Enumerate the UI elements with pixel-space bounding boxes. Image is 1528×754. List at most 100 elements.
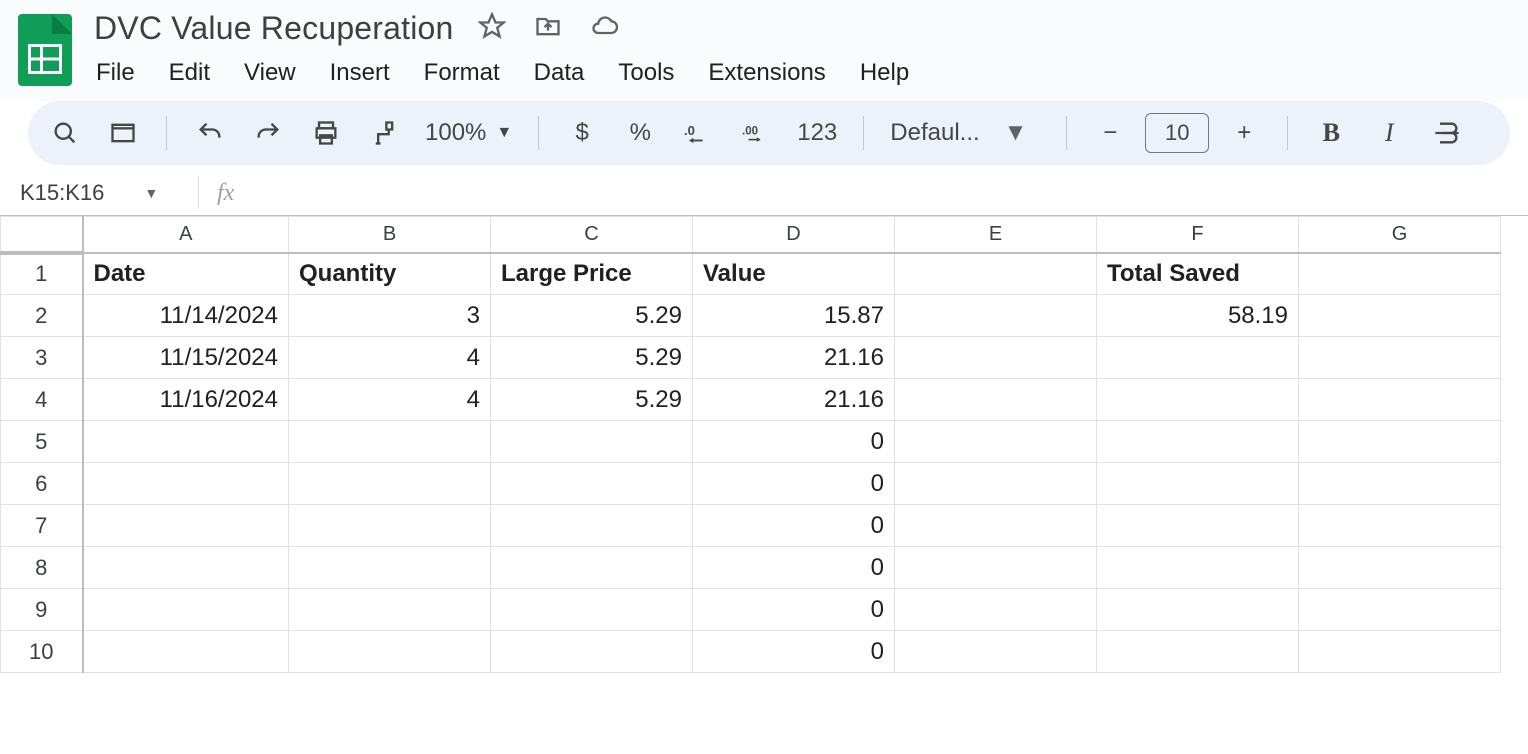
cell-E9[interactable] <box>895 589 1097 631</box>
cloud-status-icon[interactable] <box>590 12 618 45</box>
cell-G1[interactable] <box>1299 253 1501 295</box>
cell-F2[interactable]: 58.19 <box>1097 295 1299 337</box>
cell-A9[interactable] <box>83 589 289 631</box>
row-header[interactable]: 7 <box>1 505 83 547</box>
cell-B4[interactable]: 4 <box>289 379 491 421</box>
cell-E6[interactable] <box>895 463 1097 505</box>
cell-D2[interactable]: 15.87 <box>693 295 895 337</box>
cell-D8[interactable]: 0 <box>693 547 895 589</box>
cell-D5[interactable]: 0 <box>693 421 895 463</box>
cell-C8[interactable] <box>491 547 693 589</box>
row-header[interactable]: 8 <box>1 547 83 589</box>
italic-button[interactable]: I <box>1372 113 1406 153</box>
cell-C9[interactable] <box>491 589 693 631</box>
cell-D4[interactable]: 21.16 <box>693 379 895 421</box>
cell-C2[interactable]: 5.29 <box>491 295 693 337</box>
zoom-select[interactable]: 100% ▼ <box>425 119 512 147</box>
menu-view[interactable]: View <box>244 59 296 87</box>
cell-A3[interactable]: 11/15/2024 <box>83 337 289 379</box>
cell-G9[interactable] <box>1299 589 1501 631</box>
menu-edit[interactable]: Edit <box>169 59 210 87</box>
cell-F1[interactable]: Total Saved <box>1097 253 1299 295</box>
select-all-corner[interactable] <box>1 217 83 253</box>
cell-A2[interactable]: 11/14/2024 <box>83 295 289 337</box>
document-title[interactable]: DVC Value Recuperation <box>94 10 454 47</box>
cell-E2[interactable] <box>895 295 1097 337</box>
format-auto-button[interactable]: 123 <box>797 113 837 153</box>
row-header[interactable]: 2 <box>1 295 83 337</box>
menu-format[interactable]: Format <box>424 59 500 87</box>
undo-icon[interactable] <box>193 113 227 153</box>
cell-E3[interactable] <box>895 337 1097 379</box>
cell-B2[interactable]: 3 <box>289 295 491 337</box>
cell-B10[interactable] <box>289 631 491 673</box>
search-icon[interactable] <box>48 113 82 153</box>
cell-C6[interactable] <box>491 463 693 505</box>
cell-E1[interactable] <box>895 253 1097 295</box>
col-header-C[interactable]: C <box>491 217 693 253</box>
cell-A6[interactable] <box>83 463 289 505</box>
menu-insert[interactable]: Insert <box>330 59 390 87</box>
cell-C1[interactable]: Large Price <box>491 253 693 295</box>
cell-C7[interactable] <box>491 505 693 547</box>
filter-views-icon[interactable] <box>106 113 140 153</box>
row-header[interactable]: 1 <box>1 253 83 295</box>
decrease-font-size-button[interactable]: − <box>1093 113 1127 153</box>
col-header-G[interactable]: G <box>1299 217 1501 253</box>
cell-F8[interactable] <box>1097 547 1299 589</box>
name-box[interactable]: K15:K16 ▼ <box>20 180 180 206</box>
cell-C5[interactable] <box>491 421 693 463</box>
cell-G7[interactable] <box>1299 505 1501 547</box>
menu-extensions[interactable]: Extensions <box>708 59 825 87</box>
star-icon[interactable] <box>478 12 506 45</box>
cell-B6[interactable] <box>289 463 491 505</box>
col-header-B[interactable]: B <box>289 217 491 253</box>
cell-F3[interactable] <box>1097 337 1299 379</box>
cell-G3[interactable] <box>1299 337 1501 379</box>
cell-G6[interactable] <box>1299 463 1501 505</box>
format-currency-button[interactable]: $ <box>565 113 599 153</box>
cell-E10[interactable] <box>895 631 1097 673</box>
cell-D9[interactable]: 0 <box>693 589 895 631</box>
row-header[interactable]: 10 <box>1 631 83 673</box>
row-header[interactable]: 4 <box>1 379 83 421</box>
cell-G4[interactable] <box>1299 379 1501 421</box>
cell-G10[interactable] <box>1299 631 1501 673</box>
menu-tools[interactable]: Tools <box>618 59 674 87</box>
cell-A10[interactable] <box>83 631 289 673</box>
cell-A7[interactable] <box>83 505 289 547</box>
increase-decimal-button[interactable]: .00 <box>739 113 773 153</box>
menu-help[interactable]: Help <box>860 59 909 87</box>
col-header-A[interactable]: A <box>83 217 289 253</box>
cell-D3[interactable]: 21.16 <box>693 337 895 379</box>
col-header-D[interactable]: D <box>693 217 895 253</box>
cell-B3[interactable]: 4 <box>289 337 491 379</box>
cell-E4[interactable] <box>895 379 1097 421</box>
font-select[interactable]: Defaul... ▼ <box>890 119 1040 147</box>
cell-C3[interactable]: 5.29 <box>491 337 693 379</box>
print-icon[interactable] <box>309 113 343 153</box>
cell-A8[interactable] <box>83 547 289 589</box>
decrease-decimal-button[interactable]: .0 <box>681 113 715 153</box>
row-header[interactable]: 6 <box>1 463 83 505</box>
cell-D10[interactable]: 0 <box>693 631 895 673</box>
row-header[interactable]: 3 <box>1 337 83 379</box>
cell-C4[interactable]: 5.29 <box>491 379 693 421</box>
cell-B9[interactable] <box>289 589 491 631</box>
paint-format-icon[interactable] <box>367 113 401 153</box>
cell-F9[interactable] <box>1097 589 1299 631</box>
cell-F6[interactable] <box>1097 463 1299 505</box>
cell-F10[interactable] <box>1097 631 1299 673</box>
cell-D6[interactable]: 0 <box>693 463 895 505</box>
cell-B7[interactable] <box>289 505 491 547</box>
strikethrough-button[interactable] <box>1430 113 1464 153</box>
format-percent-button[interactable]: % <box>623 113 657 153</box>
font-size-input[interactable]: 10 <box>1145 113 1209 153</box>
cell-F7[interactable] <box>1097 505 1299 547</box>
redo-icon[interactable] <box>251 113 285 153</box>
cell-A5[interactable] <box>83 421 289 463</box>
col-header-F[interactable]: F <box>1097 217 1299 253</box>
spreadsheet-grid[interactable]: A B C D E F G 1DateQuantityLarge PriceVa… <box>0 215 1528 673</box>
cell-F4[interactable] <box>1097 379 1299 421</box>
cell-E8[interactable] <box>895 547 1097 589</box>
